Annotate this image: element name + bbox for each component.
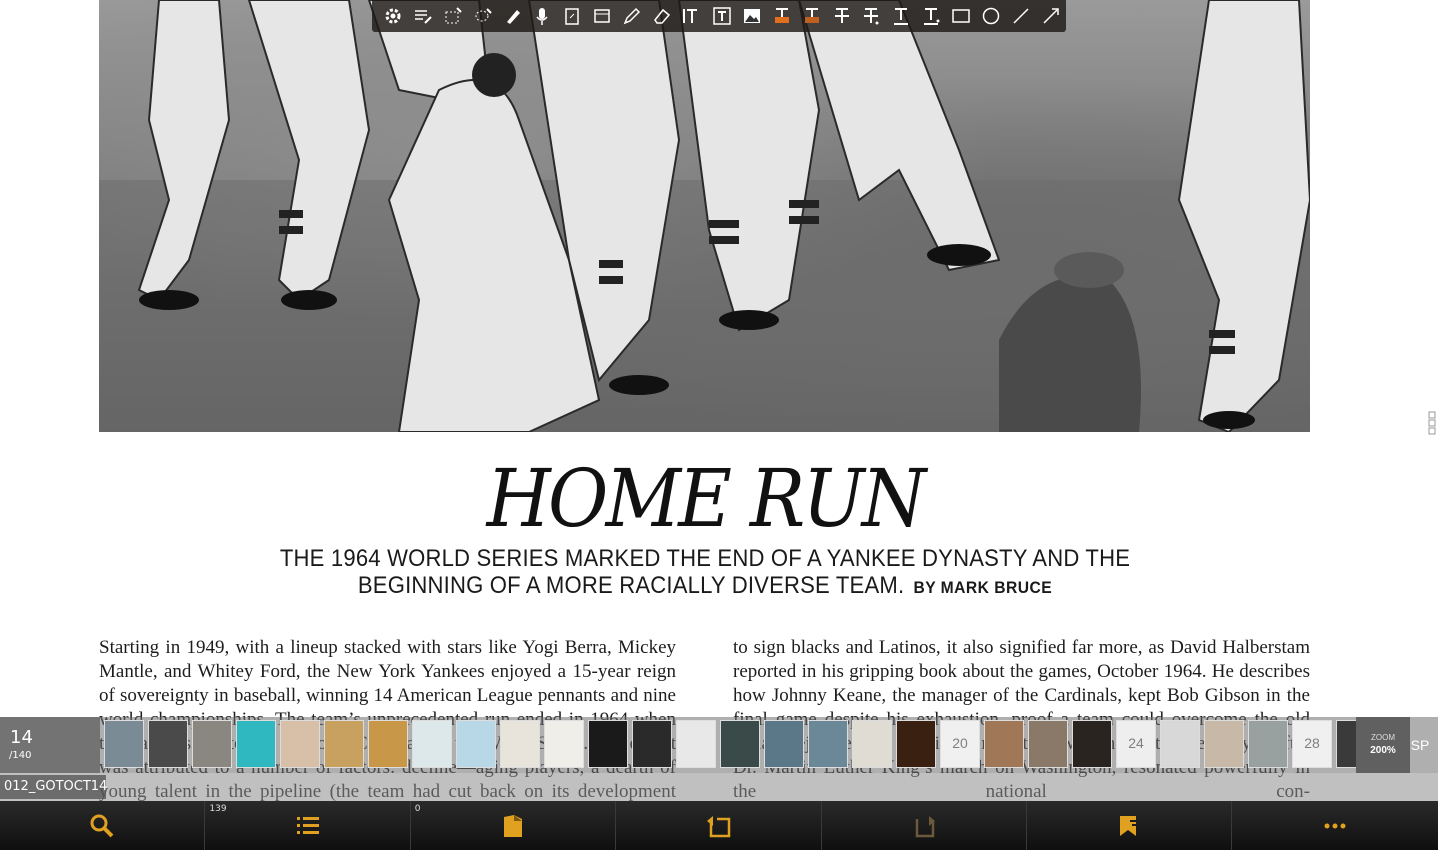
contents-count: 139 bbox=[209, 804, 227, 814]
lasso-icon[interactable] bbox=[468, 1, 498, 31]
go-forward-button[interactable] bbox=[822, 801, 1027, 850]
page-thumbnail[interactable] bbox=[984, 720, 1024, 768]
page-thumbnail[interactable] bbox=[544, 720, 584, 768]
annotation-toolbar bbox=[372, 0, 1066, 32]
page-button[interactable]: 0 bbox=[411, 801, 617, 850]
current-page: 14 bbox=[10, 727, 33, 748]
page-thumbnail[interactable] bbox=[368, 720, 408, 768]
rectangle-icon[interactable] bbox=[946, 1, 976, 31]
strikethrough-icon[interactable] bbox=[827, 1, 857, 31]
page-thumbnail[interactable] bbox=[1028, 720, 1068, 768]
page-thumbnail[interactable] bbox=[808, 720, 848, 768]
line-icon[interactable] bbox=[1006, 1, 1036, 31]
text-highlight-icon[interactable] bbox=[767, 1, 797, 31]
bookmark-icon bbox=[1120, 815, 1137, 836]
attach-file-icon[interactable] bbox=[557, 1, 587, 31]
more-button[interactable] bbox=[1232, 801, 1437, 850]
text-highlight-alt-icon[interactable] bbox=[797, 1, 827, 31]
page-thumbnail[interactable] bbox=[632, 720, 672, 768]
article-photo bbox=[99, 0, 1310, 432]
page-thumbnail[interactable] bbox=[1248, 720, 1288, 768]
page-thumbnail[interactable] bbox=[676, 720, 716, 768]
page-thumbnail[interactable] bbox=[764, 720, 804, 768]
microphone-icon[interactable] bbox=[528, 1, 558, 31]
thumbnail-page-number: 28 bbox=[1304, 735, 1320, 751]
thumbnail-page-number: 20 bbox=[952, 735, 968, 751]
page-edge-marker-icon[interactable] bbox=[1428, 411, 1437, 435]
page-thumbnail[interactable] bbox=[1160, 720, 1200, 768]
strikethrough-alt-icon[interactable] bbox=[857, 1, 887, 31]
page-thumbnail[interactable] bbox=[588, 720, 628, 768]
go-back-icon bbox=[707, 815, 731, 837]
page-icon bbox=[503, 814, 522, 837]
contents-button[interactable]: 139 bbox=[205, 801, 411, 850]
text-frame-icon[interactable] bbox=[707, 1, 737, 31]
page-thumbnail[interactable] bbox=[852, 720, 892, 768]
select-rect-icon[interactable] bbox=[438, 1, 468, 31]
page-thumbnail[interactable]: 24 bbox=[1116, 720, 1156, 768]
page-thumbnail[interactable] bbox=[148, 720, 188, 768]
image-icon[interactable] bbox=[737, 1, 767, 31]
page-thumbnail[interactable] bbox=[104, 720, 144, 768]
page-thumbnail[interactable] bbox=[720, 720, 760, 768]
highlighter-icon[interactable] bbox=[498, 1, 528, 31]
settings-icon[interactable] bbox=[378, 1, 408, 31]
baseball-players-photo bbox=[99, 0, 1310, 432]
page-thumbnail[interactable] bbox=[324, 720, 364, 768]
page-thumbnail[interactable] bbox=[236, 720, 276, 768]
page-thumbnail[interactable] bbox=[896, 720, 936, 768]
file-bar: 012_GOTOCT14 bbox=[0, 773, 1438, 801]
page-thumbnail[interactable] bbox=[1072, 720, 1112, 768]
byline: BY MARK BRUCE bbox=[913, 578, 1053, 597]
thumbnail-list: 20 24 28 bbox=[104, 720, 1356, 770]
eraser-icon[interactable] bbox=[647, 1, 677, 31]
total-pages: /140 bbox=[9, 750, 32, 761]
file-name-label: 012_GOTOCT14 bbox=[0, 775, 107, 799]
note-icon[interactable] bbox=[587, 1, 617, 31]
article-headline: HOME RUN bbox=[486, 452, 927, 545]
underline-alt-icon[interactable] bbox=[916, 1, 946, 31]
go-back-button[interactable] bbox=[616, 801, 822, 850]
page-thumbnail[interactable] bbox=[456, 720, 496, 768]
list-icon bbox=[296, 816, 319, 834]
bookmark-button[interactable] bbox=[1027, 801, 1233, 850]
page-thumbnail[interactable] bbox=[1336, 720, 1356, 768]
more-icon bbox=[1324, 823, 1346, 828]
thumbnail-page-number: 24 bbox=[1128, 735, 1144, 751]
search-button[interactable] bbox=[0, 801, 206, 850]
search-icon bbox=[90, 814, 114, 837]
list-edit-icon[interactable] bbox=[408, 1, 438, 31]
page-count: 0 bbox=[414, 804, 421, 814]
bottom-navigation: 139 0 bbox=[0, 801, 1438, 850]
page-thumbnail[interactable] bbox=[1204, 720, 1244, 768]
page-thumbnail[interactable]: 20 bbox=[940, 720, 980, 768]
page-thumbnail[interactable] bbox=[412, 720, 452, 768]
text-box-icon[interactable] bbox=[677, 1, 707, 31]
arrow-icon[interactable] bbox=[1036, 1, 1066, 31]
article-deck: THE 1964 WORLD SERIES MARKED THE END OF … bbox=[240, 545, 1169, 601]
pencil-icon[interactable] bbox=[617, 1, 647, 31]
underline-icon[interactable] bbox=[886, 1, 916, 31]
ellipse-icon[interactable] bbox=[976, 1, 1006, 31]
page-thumbnail[interactable]: 28 bbox=[1292, 720, 1332, 768]
page-thumbnail[interactable] bbox=[280, 720, 320, 768]
page-thumbnail[interactable] bbox=[500, 720, 540, 768]
go-forward-icon bbox=[915, 815, 935, 837]
spread-toggle-button[interactable]: SP bbox=[1402, 717, 1438, 773]
page-indicator: 14 /140 bbox=[0, 717, 100, 773]
thumbnail-strip: 14 /140 20 24 28 ZOOM 200% SP bbox=[0, 717, 1438, 773]
page-thumbnail[interactable] bbox=[192, 720, 232, 768]
